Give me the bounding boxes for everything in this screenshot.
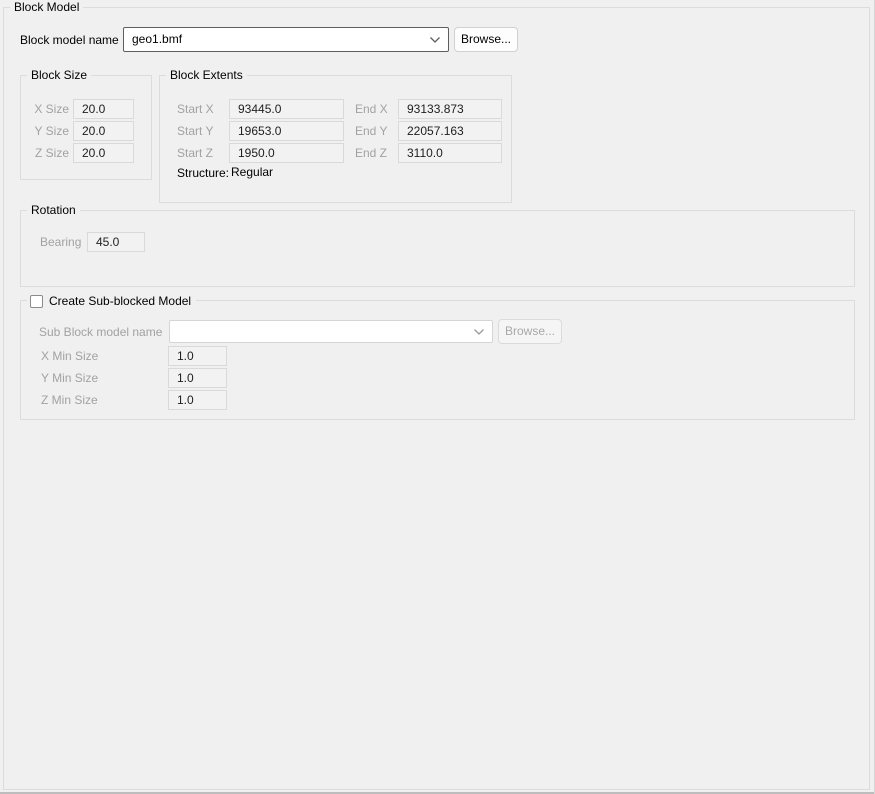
structure-value: Regular xyxy=(231,165,274,179)
sub-block-browse-button: Browse... xyxy=(498,319,562,344)
chevron-down-icon[interactable] xyxy=(429,36,441,44)
chevron-down-icon xyxy=(474,328,484,335)
sub-block-groupbox: Create Sub-blocked Model Sub Block model… xyxy=(20,293,855,420)
create-sub-blocked-label: Create Sub-blocked Model xyxy=(49,294,192,308)
x-min-size-label: X Min Size xyxy=(41,349,99,363)
end-y-field: 22057.163 xyxy=(398,121,502,141)
z-size-field: 20.0 xyxy=(73,143,134,163)
z-size-label: Z Size xyxy=(34,146,69,160)
y-size-field: 20.0 xyxy=(73,121,134,141)
end-z-field: 3110.0 xyxy=(398,143,502,163)
block-model-dialog: Block Model Block model name geo1.bmf Br… xyxy=(0,0,875,794)
y-size-label: Y Size xyxy=(34,124,69,138)
z-min-size-field: 1.0 xyxy=(168,390,227,410)
browse-button[interactable]: Browse... xyxy=(454,27,518,52)
start-y-field: 19653.0 xyxy=(229,121,344,141)
rotation-groupbox: Rotation Bearing 45.0 xyxy=(20,203,855,287)
block-size-group-title: Block Size xyxy=(27,68,92,83)
block-extents-group-title: Block Extents xyxy=(166,68,247,83)
bearing-field: 45.0 xyxy=(87,232,145,252)
y-min-size-label: Y Min Size xyxy=(41,371,99,385)
sub-block-name-combobox xyxy=(169,320,493,343)
block-model-group-title: Block Model xyxy=(10,0,84,15)
end-z-label: End Z xyxy=(355,146,388,160)
y-min-size-field: 1.0 xyxy=(168,368,227,388)
structure-label: Structure: xyxy=(177,166,230,180)
x-size-field: 20.0 xyxy=(73,99,134,119)
sub-block-name-label: Sub Block model name xyxy=(39,325,163,339)
start-z-label: Start Z xyxy=(177,146,214,160)
block-model-name-value: geo1.bmf xyxy=(132,32,183,46)
end-y-label: End Y xyxy=(355,124,388,138)
bearing-label: Bearing xyxy=(40,235,82,249)
start-z-field: 1950.0 xyxy=(229,143,344,163)
z-min-size-label: Z Min Size xyxy=(41,393,98,407)
sub-block-legend: Create Sub-blocked Model xyxy=(27,293,197,309)
end-x-field: 93133.873 xyxy=(398,99,502,119)
start-x-label: Start X xyxy=(177,102,214,116)
end-x-label: End X xyxy=(355,102,388,116)
block-model-name-label: Block model name xyxy=(20,33,119,47)
x-min-size-field: 1.0 xyxy=(168,346,227,366)
rotation-group-title: Rotation xyxy=(27,203,80,218)
start-x-field: 93445.0 xyxy=(229,99,344,119)
create-sub-blocked-checkbox[interactable] xyxy=(30,294,43,308)
block-model-name-combobox[interactable]: geo1.bmf xyxy=(123,27,449,52)
x-size-label: X Size xyxy=(34,102,69,116)
block-extents-groupbox: Block Extents Start X 93445.0 End X 9313… xyxy=(159,68,512,203)
start-y-label: Start Y xyxy=(177,124,214,138)
block-size-groupbox: Block Size X Size 20.0 Y Size 20.0 Z Siz… xyxy=(20,68,152,180)
